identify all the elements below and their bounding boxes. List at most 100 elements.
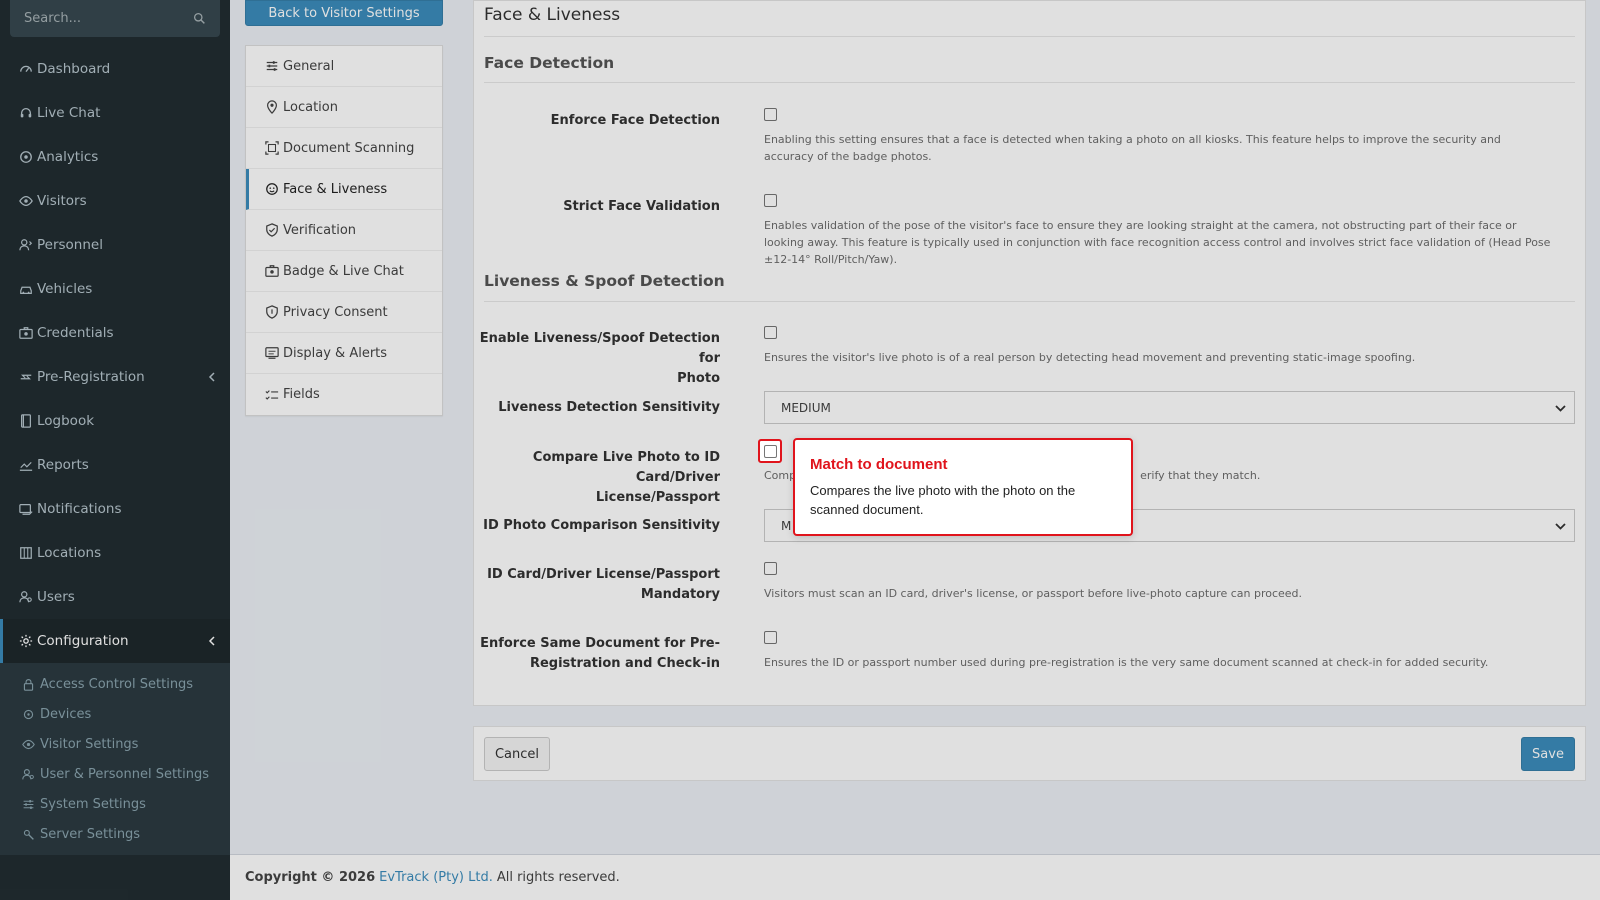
- enable-liveness-label-line1: Enable Liveness/Spoof Detection for: [479, 331, 720, 366]
- subnav-item-fields[interactable]: Fields: [246, 374, 442, 415]
- sidebar-item-configuration[interactable]: Configuration: [0, 619, 230, 663]
- subnav-item-general[interactable]: General: [246, 46, 442, 87]
- same-document-checkbox[interactable]: [764, 631, 777, 644]
- device-icon: [23, 709, 34, 719]
- liveness-sensitivity-select[interactable]: MEDIUM: [764, 391, 1575, 424]
- subnav-item-verification[interactable]: Verification: [246, 210, 442, 251]
- subnav-item-display-alerts[interactable]: Display & Alerts: [246, 333, 442, 374]
- page-title: Face & Liveness: [484, 5, 621, 25]
- section-title-face-detection: Face Detection: [484, 54, 615, 72]
- users-icon: [22, 768, 34, 779]
- sidebar-item-locations[interactable]: Locations: [0, 531, 230, 575]
- scan-icon: [265, 141, 279, 155]
- sidebar-item-dashboard[interactable]: Dashboard: [0, 47, 230, 91]
- sidebar-item-label: Visitors: [37, 193, 87, 209]
- submenu-item-label: Visitor Settings: [40, 736, 139, 752]
- chart-icon: [19, 461, 33, 471]
- chevron-down-icon: [1555, 405, 1566, 412]
- subnav-item-label: Verification: [283, 222, 357, 238]
- configuration-submenu: Access Control Settings Devices Visitor …: [0, 663, 230, 855]
- subnav-item-document-scanning[interactable]: Document Scanning: [246, 128, 442, 169]
- divider: [484, 36, 1575, 37]
- submenu-item-label: User & Personnel Settings: [40, 766, 210, 782]
- chevron-left-icon[interactable]: [208, 372, 216, 382]
- search-icon[interactable]: [193, 12, 206, 25]
- id-mandatory-help: Visitors must scan an ID card, driver's …: [764, 587, 1303, 600]
- submenu-item-system-settings[interactable]: System Settings: [0, 789, 230, 819]
- compare-photo-help-start: Comp: [764, 469, 797, 482]
- enable-liveness-label: Enable Liveness/Spoof Detection for Phot…: [474, 329, 720, 389]
- sidebar-item-personnel[interactable]: Personnel: [0, 223, 230, 267]
- id-mandatory-checkbox[interactable]: [764, 562, 777, 575]
- subnav-item-label: Location: [283, 99, 338, 115]
- enable-liveness-checkbox[interactable]: [764, 326, 777, 339]
- same-document-label-line2: Registration and Check-in: [529, 656, 720, 671]
- sidebar-item-label: Personnel: [37, 237, 103, 253]
- enable-liveness-help: Ensures the visitor's live photo is of a…: [764, 351, 1416, 364]
- submenu-item-label: Access Control Settings: [40, 676, 194, 692]
- enforce-face-detection-label: Enforce Face Detection: [550, 113, 720, 128]
- submenu-item-label: System Settings: [40, 796, 146, 812]
- compare-photo-label: Compare Live Photo to ID Card/Driver Lic…: [474, 448, 720, 508]
- lock-icon: [23, 678, 34, 691]
- gauge-icon: [20, 65, 32, 73]
- id-mandatory-label: ID Card/Driver License/Passport Mandator…: [474, 565, 720, 605]
- id-sensitivity-label: ID Photo Comparison Sensitivity: [483, 518, 720, 533]
- sidebar-item-users[interactable]: Users: [0, 575, 230, 619]
- subnav-item-location[interactable]: Location: [246, 87, 442, 128]
- back-to-visitor-settings-button[interactable]: Back to Visitor Settings: [245, 0, 443, 26]
- sidebar-menu: Dashboard Live Chat Analytics Visitors P…: [0, 47, 230, 663]
- sidebar-item-label: Dashboard: [37, 61, 111, 77]
- badge-icon: [265, 265, 279, 277]
- sidebar-item-label: Analytics: [37, 149, 99, 165]
- save-button[interactable]: Save: [1521, 737, 1575, 771]
- submenu-item-server-settings[interactable]: Server Settings: [0, 819, 230, 849]
- submenu-item-access-control[interactable]: Access Control Settings: [0, 669, 230, 699]
- sidebar-item-logbook[interactable]: Logbook: [0, 399, 230, 443]
- gear-icon: [19, 634, 33, 648]
- car-icon: [20, 286, 32, 294]
- enforce-face-detection-checkbox[interactable]: [764, 108, 777, 121]
- submenu-item-user-personnel[interactable]: User & Personnel Settings: [0, 759, 230, 789]
- compare-photo-help-end: erify that they match.: [1140, 469, 1261, 482]
- sidebar-item-reports[interactable]: Reports: [0, 443, 230, 487]
- same-document-label-line1: Enforce Same Document for Pre-: [480, 636, 720, 651]
- company-link[interactable]: EvTrack (Pty) Ltd.: [379, 870, 493, 885]
- strict-face-validation-checkbox[interactable]: [764, 194, 777, 207]
- shield-icon: [266, 305, 278, 319]
- cancel-button[interactable]: Cancel: [484, 737, 550, 771]
- sidebar-item-label: Reports: [37, 457, 89, 473]
- sidebar: Dashboard Live Chat Analytics Visitors P…: [0, 0, 230, 900]
- server-icon: [23, 829, 34, 840]
- subnav-item-label: Badge & Live Chat: [283, 263, 404, 279]
- enforce-face-detection-help: Enabling this setting ensures that a fac…: [764, 133, 1501, 163]
- shield-check-icon: [266, 223, 278, 237]
- sidebar-item-visitors[interactable]: Visitors: [0, 179, 230, 223]
- sidebar-item-pre-registration[interactable]: Pre-Registration: [0, 355, 230, 399]
- subnav-item-label: Fields: [283, 387, 320, 402]
- chevron-left-icon[interactable]: [208, 636, 216, 646]
- chevron-down-icon: [1555, 523, 1566, 530]
- bell-icon: [19, 504, 33, 515]
- search-input[interactable]: [10, 0, 185, 37]
- rights-text: All rights reserved.: [496, 870, 620, 885]
- sidebar-item-notifications[interactable]: Notifications: [0, 487, 230, 531]
- subnav-item-badge-live-chat[interactable]: Badge & Live Chat: [246, 251, 442, 292]
- subnav-item-face-liveness[interactable]: Face & Liveness: [246, 169, 442, 210]
- sidebar-item-label: Users: [37, 589, 75, 605]
- id-card-icon: [19, 327, 33, 339]
- sidebar-item-analytics[interactable]: Analytics: [0, 135, 230, 179]
- sidebar-item-live-chat[interactable]: Live Chat: [0, 91, 230, 135]
- sidebar-item-label: Locations: [37, 545, 102, 561]
- subnav-item-privacy-consent[interactable]: Privacy Consent: [246, 292, 442, 333]
- sidebar-item-vehicles[interactable]: Vehicles: [0, 267, 230, 311]
- submenu-item-devices[interactable]: Devices: [0, 699, 230, 729]
- target-icon: [20, 151, 32, 163]
- map-pin-icon: [267, 100, 277, 114]
- sidebar-item-credentials[interactable]: Credentials: [0, 311, 230, 355]
- compare-photo-checkbox[interactable]: [758, 439, 782, 463]
- book-icon: [21, 414, 31, 428]
- same-document-label: Enforce Same Document for Pre- Registrat…: [474, 634, 720, 674]
- sidebar-item-label: Logbook: [37, 413, 95, 429]
- submenu-item-visitor-settings[interactable]: Visitor Settings: [0, 729, 230, 759]
